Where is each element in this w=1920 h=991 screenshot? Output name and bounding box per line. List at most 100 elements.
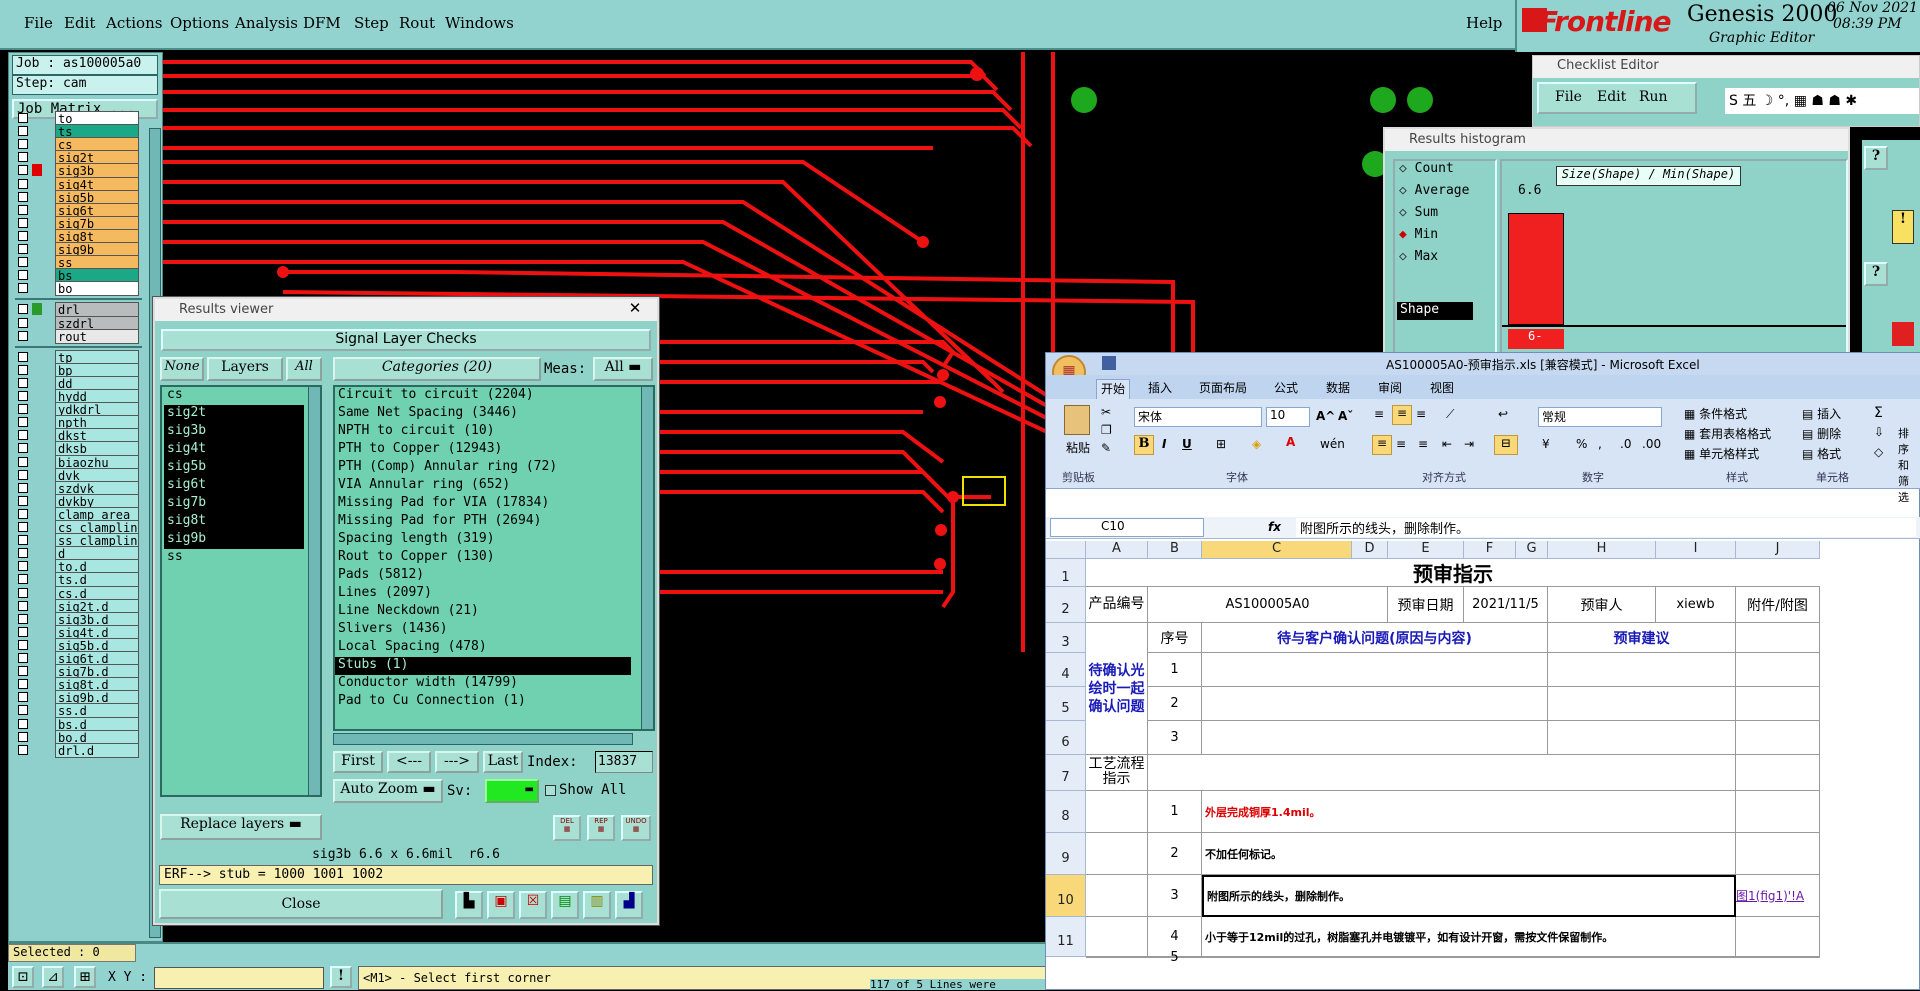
indent-dec-icon[interactable]: ⇤ bbox=[1442, 437, 1452, 451]
sheet-cell[interactable] bbox=[1148, 755, 1736, 791]
sv-color-select[interactable]: ▬ bbox=[485, 779, 539, 803]
layer-checkbox[interactable] bbox=[18, 304, 28, 315]
row-header[interactable]: 6 bbox=[1046, 721, 1086, 755]
layer-list-item[interactable]: sig3b bbox=[164, 423, 304, 441]
layer-checkbox[interactable] bbox=[18, 679, 28, 690]
shrink-font-icon[interactable]: Aˇ bbox=[1338, 409, 1353, 423]
layer-checkbox[interactable] bbox=[18, 587, 28, 598]
layer-name[interactable]: bo bbox=[55, 281, 139, 297]
layer-checkbox[interactable] bbox=[18, 364, 28, 375]
layer-name[interactable]: rout bbox=[55, 328, 139, 344]
first-button[interactable]: First bbox=[333, 751, 383, 773]
histogram-option-average[interactable]: ◇ Average bbox=[1395, 183, 1495, 205]
fx-icon[interactable]: fx bbox=[1268, 520, 1281, 534]
comma-icon[interactable]: , bbox=[1598, 437, 1602, 451]
sheet-cell[interactable] bbox=[1736, 687, 1820, 721]
sheet-cell[interactable] bbox=[1548, 721, 1736, 755]
column-header[interactable]: J bbox=[1736, 541, 1820, 559]
sheet-cell[interactable]: 附件/附图 bbox=[1736, 587, 1820, 623]
fill-color-icon[interactable]: ◈ bbox=[1252, 437, 1261, 451]
conditional-format-button[interactable]: ▦ 条件格式 bbox=[1684, 405, 1747, 422]
histogram-option-max[interactable]: ◇ Max bbox=[1395, 249, 1495, 271]
layers-all-button[interactable]: All bbox=[286, 357, 322, 381]
sheet-title[interactable]: 预审指示 bbox=[1086, 559, 1820, 587]
ribbon-tab[interactable]: 数据 bbox=[1316, 379, 1360, 399]
sheet-cell[interactable] bbox=[1086, 833, 1148, 875]
layer-checkbox[interactable] bbox=[18, 165, 28, 176]
sheet-cell[interactable]: 3 bbox=[1148, 721, 1202, 755]
align-left-icon[interactable]: ≡ bbox=[1372, 435, 1392, 455]
layer-checkbox[interactable] bbox=[18, 613, 28, 624]
category-item[interactable]: Circuit to circuit (2204) bbox=[335, 387, 631, 405]
sheet-cell[interactable]: 5 bbox=[1148, 950, 1202, 965]
sheet-cell[interactable]: 预审日期 bbox=[1388, 587, 1464, 623]
ribbon-tab[interactable]: 审阅 bbox=[1368, 379, 1412, 399]
align-top-icon[interactable]: ≡ bbox=[1374, 407, 1384, 421]
category-item[interactable]: Slivers (1436) bbox=[335, 621, 631, 639]
number-format-select[interactable]: 常规 bbox=[1538, 407, 1662, 427]
sheet-cell[interactable] bbox=[1086, 917, 1148, 957]
table-format-button[interactable]: ▦ 套用表格格式 bbox=[1684, 425, 1771, 442]
results-viewer-close-icon[interactable]: ✕ bbox=[615, 299, 655, 319]
menu-step[interactable]: Step bbox=[354, 14, 389, 32]
sheet-cell[interactable]: 图1(fig1)'!A bbox=[1736, 875, 1820, 917]
help-question-icon-2[interactable]: ? bbox=[1864, 262, 1888, 286]
layer-list-vscroll[interactable] bbox=[308, 387, 320, 795]
layer-checkbox[interactable] bbox=[18, 653, 28, 663]
layer-checkbox[interactable] bbox=[18, 191, 28, 202]
paste-icon[interactable] bbox=[1064, 405, 1090, 435]
auto-zoom-select[interactable]: Auto Zoom ▬ bbox=[333, 779, 443, 803]
layer-checkbox[interactable] bbox=[18, 330, 28, 341]
layer-list-item[interactable]: sig7b bbox=[164, 495, 304, 513]
size-select[interactable]: 10 bbox=[1266, 407, 1310, 427]
xy-input[interactable] bbox=[154, 967, 324, 989]
sheet-cell[interactable]: 产品编号 bbox=[1086, 587, 1148, 623]
ribbon-tab[interactable]: 插入 bbox=[1138, 379, 1182, 399]
layer-checkbox[interactable] bbox=[18, 718, 28, 729]
category-item[interactable]: Local Spacing (478) bbox=[335, 639, 631, 657]
prev-button[interactable]: <--- bbox=[387, 751, 431, 773]
layer-list-item[interactable]: sig5b bbox=[164, 459, 304, 477]
tool-icon-4[interactable]: ▤ bbox=[551, 891, 579, 919]
category-item[interactable]: PTH to Copper (12943) bbox=[335, 441, 631, 459]
layer-checkbox[interactable] bbox=[18, 574, 28, 585]
sheet-cell[interactable]: xiewb bbox=[1656, 587, 1736, 623]
row-header[interactable]: 9 bbox=[1046, 833, 1086, 875]
sheet-grid[interactable]: 预审指示 产品编号 AS100005A0 预审日期 2021/11/5 预审人 xiewb 附… bbox=[1086, 559, 1920, 991]
sum-icon[interactable]: Σ bbox=[1874, 405, 1883, 421]
row-header[interactable]: 7 bbox=[1046, 755, 1086, 791]
category-item[interactable]: Rout to Copper (130) bbox=[335, 549, 631, 567]
layer-row[interactable]: bo bbox=[15, 281, 141, 297]
delete-result-icon[interactable]: DEL ▦ bbox=[553, 815, 581, 841]
align-right-icon[interactable]: ≡ bbox=[1418, 437, 1428, 451]
layer-checkbox[interactable] bbox=[18, 283, 28, 294]
tool-icon-5[interactable]: ▥ bbox=[583, 891, 611, 919]
menu-file[interactable]: File bbox=[24, 14, 53, 32]
layer-list-item[interactable]: sig4t bbox=[164, 441, 304, 459]
layer-checkbox[interactable] bbox=[18, 430, 28, 441]
sheet-cell[interactable]: 1 bbox=[1148, 791, 1202, 833]
chart-icon[interactable]: ▟ bbox=[615, 891, 643, 919]
show-all-checkbox[interactable] bbox=[545, 785, 556, 796]
category-item[interactable]: Line Neckdown (21) bbox=[335, 603, 631, 621]
close-button[interactable]: Close bbox=[159, 889, 443, 919]
sheet-cell[interactable] bbox=[1202, 721, 1548, 755]
layer-checkbox[interactable] bbox=[18, 244, 28, 254]
info-icon[interactable]: ! bbox=[330, 966, 352, 988]
layer-list[interactable]: cs sig2t sig3b sig4t sig5b sig6t sig7b sig8t sig… bbox=[160, 385, 322, 797]
layer-checkbox[interactable] bbox=[18, 508, 28, 519]
cell-style-button[interactable]: ▦ 单元格样式 bbox=[1684, 445, 1759, 462]
layer-checkbox[interactable] bbox=[18, 139, 28, 150]
orientation-icon[interactable]: ⟋ bbox=[1446, 407, 1454, 422]
tool-select-icon[interactable]: ⊡ bbox=[12, 966, 34, 988]
align-middle-icon[interactable]: ≡ bbox=[1392, 405, 1412, 425]
delete-cells-button[interactable]: ▤ 删除 bbox=[1802, 425, 1841, 442]
sheet-cell[interactable] bbox=[1202, 957, 1736, 958]
tool-icon-3[interactable]: ☒ bbox=[519, 891, 547, 919]
decimal-dec-icon[interactable]: .00 bbox=[1642, 437, 1661, 451]
layer-checkbox[interactable] bbox=[18, 639, 28, 650]
select-all-corner[interactable] bbox=[1046, 541, 1086, 559]
column-header[interactable]: A bbox=[1086, 541, 1148, 559]
row-header[interactable]: 3 bbox=[1046, 623, 1086, 653]
sheet-cell[interactable]: 2 bbox=[1148, 833, 1202, 875]
